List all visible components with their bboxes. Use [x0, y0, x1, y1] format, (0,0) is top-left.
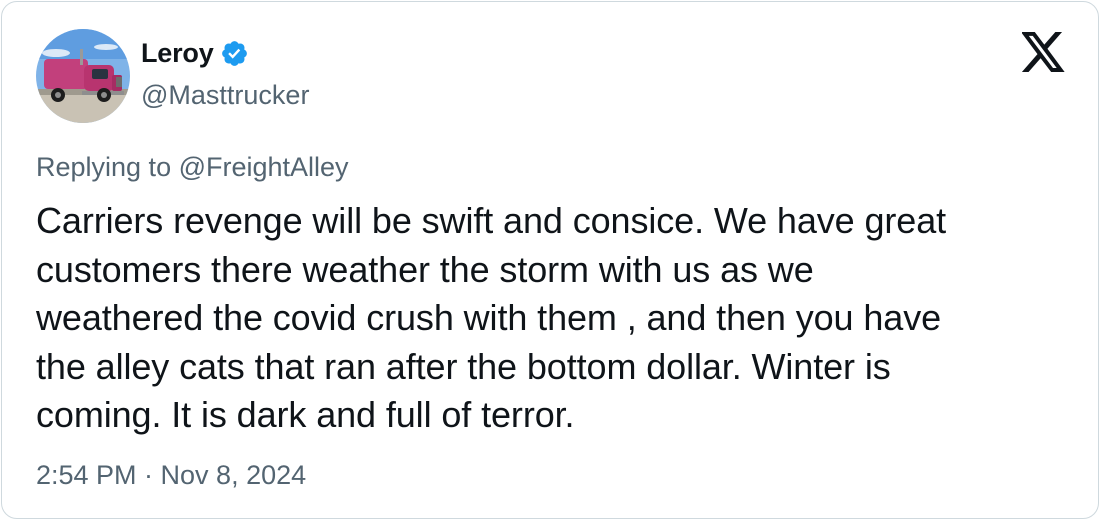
tweet-card: Leroy @Masttrucker Replying to @FreightA… [1, 1, 1099, 519]
author-name-row[interactable]: Leroy [141, 36, 249, 70]
x-logo-icon[interactable] [1020, 32, 1066, 72]
avatar-truck-image [36, 29, 130, 123]
reply-prefix: Replying to [36, 152, 179, 182]
reply-mention-link[interactable]: @FreightAlley [179, 152, 349, 182]
tweet-text: Carriers revenge will be swift and consi… [36, 200, 947, 435]
avatar[interactable] [36, 29, 130, 123]
author-display-name[interactable]: Leroy [141, 38, 214, 69]
author-handle[interactable]: @Masttrucker [141, 80, 309, 111]
tweet-timestamp[interactable]: 2:54 PM · Nov 8, 2024 [36, 460, 306, 491]
reply-context: Replying to @FreightAlley [36, 152, 349, 183]
verified-badge-icon [220, 39, 249, 68]
